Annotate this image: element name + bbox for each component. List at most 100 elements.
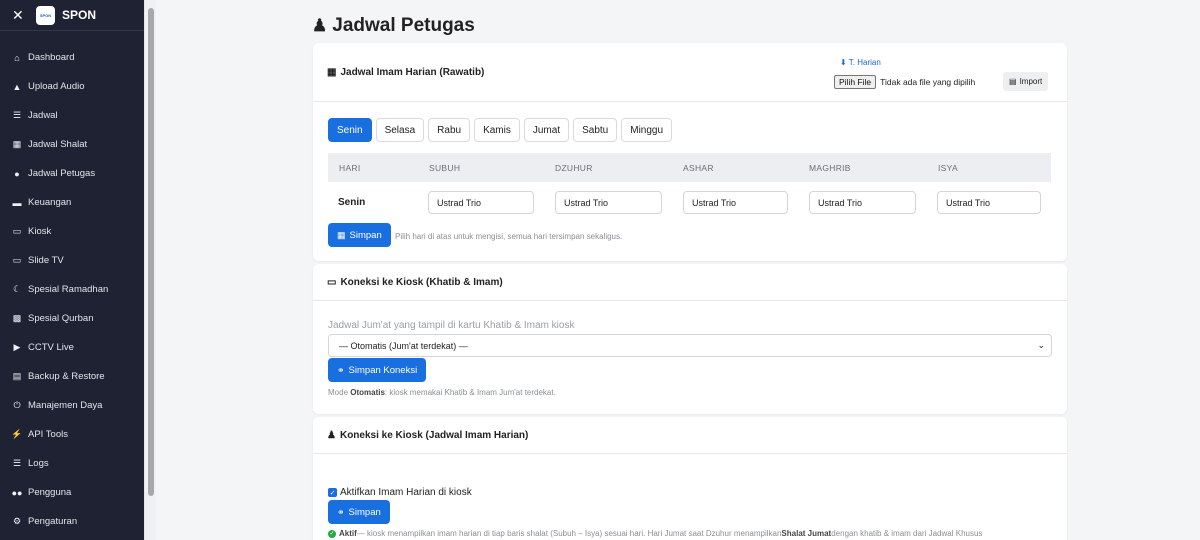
monitor-icon: ▭	[327, 277, 337, 288]
check-circle-icon: ✓	[328, 529, 336, 538]
kiosk-connection-card: ▭ Koneksi ke Kiosk (Khatib & Imam) Jadwa…	[313, 264, 1067, 414]
app-logo: SPON	[36, 5, 55, 25]
daily-imam-kiosk-card: ♟ Koneksi ke Kiosk (Jadwal Imam Harian) …	[313, 417, 1067, 540]
sidebar-item-label: Pengguna	[28, 487, 72, 498]
tab-selasa[interactable]: Selasa	[375, 118, 425, 142]
column-header-hari: HARI	[339, 163, 361, 173]
template-download-link[interactable]: ⬇ T. Harian	[840, 58, 881, 67]
save-daily-label: Simpan	[348, 506, 381, 518]
brand-name: SPON	[62, 8, 97, 22]
sidebar-item-label: Manajemen Daya	[28, 400, 103, 411]
sidebar-item-jadwal[interactable]: ☰ Jadwal	[0, 101, 144, 130]
sidebar-item-label: Slide TV	[28, 255, 64, 266]
subuh-imam-input[interactable]: Ustrad Trio	[428, 191, 534, 214]
sidebar-item-label: Keuangan	[28, 197, 72, 208]
daily-note: ✓ Aktif — kiosk menampilkan imam harian …	[328, 529, 982, 538]
column-header-subuh: SUBUH	[429, 163, 461, 173]
sidebar-brand: ✕ SPON SPON	[0, 0, 144, 31]
checkbox-label: Aktifkan Imam Harian di kiosk	[340, 487, 472, 498]
sidebar-item-manajemen-daya[interactable]: ⏻ Manajemen Daya	[0, 391, 144, 420]
video-icon: ▶	[13, 342, 21, 352]
save-daily-button[interactable]: ⚭ Simpan	[328, 500, 390, 524]
close-icon[interactable]: ✕	[12, 7, 32, 24]
column-header-isya: ISYA	[938, 163, 958, 173]
archive-icon: ▤	[12, 371, 22, 381]
gear-icon: ⚙	[12, 516, 22, 526]
sidebar-item-kiosk[interactable]: ▭ Kiosk	[0, 217, 144, 246]
ashar-imam-input[interactable]: Ustrad Trio	[683, 191, 788, 214]
monitor-icon: ▭	[12, 226, 22, 236]
card-header: ▦ Jadwal Imam Harian (Rawatib) ⬇ T. Hari…	[313, 43, 1067, 102]
card-header: ▭ Koneksi ke Kiosk (Khatib & Imam)	[313, 264, 1067, 301]
list-icon: ☰	[12, 110, 22, 120]
sidebar-item-label: Jadwal Petugas	[28, 168, 96, 179]
tab-minggu[interactable]: Minggu	[621, 118, 673, 142]
moon-icon: ☾	[12, 284, 22, 294]
animal-icon: ▩	[12, 313, 22, 323]
user-tie-icon: ♟	[312, 16, 328, 35]
sidebar-item-slide-tv[interactable]: ▭ Slide TV	[0, 246, 144, 275]
sidebar-item-label: Jadwal	[28, 110, 58, 121]
note-bold: Otomatis	[350, 388, 385, 397]
jumat-schedule-select[interactable]: — Otomatis (Jum'at terdekat) — ⌄	[328, 334, 1052, 357]
card-header: ♟ Koneksi ke Kiosk (Jadwal Imam Harian)	[313, 417, 1067, 454]
sidebar-item-jadwal-shalat[interactable]: ▦ Jadwal Shalat	[0, 130, 144, 159]
tab-sabtu[interactable]: Sabtu	[573, 118, 618, 142]
activate-daily-imam-checkbox[interactable]: ✓ Aktifkan Imam Harian di kiosk	[328, 487, 472, 498]
chevron-down-icon: ⌄	[1037, 340, 1045, 350]
sidebar-item-spesial-qurban[interactable]: ▩ Spesial Qurban	[0, 304, 144, 333]
sidebar-item-jadwal-petugas[interactable]: ● Jadwal Petugas	[0, 159, 144, 188]
checkbox-checked-icon[interactable]: ✓	[328, 488, 337, 497]
sidebar-scrollbar[interactable]	[144, 0, 156, 540]
sidebar-item-cctv-live[interactable]: ▶ CCTV Live	[0, 333, 144, 362]
sidebar-item-backup-restore[interactable]: ▤ Backup & Restore	[0, 362, 144, 391]
save-button[interactable]: ▦ Simpan	[328, 223, 391, 247]
save-hint: Pilih hari di atas untuk mengisi, semua …	[395, 232, 623, 241]
sidebar-item-keuangan[interactable]: ▬ Keuangan	[0, 188, 144, 217]
upload-icon: ▲	[12, 81, 22, 92]
sidebar: ✕ SPON SPON ⌂ Dashboard ▲ Upload Audio ☰ Ja…	[0, 0, 144, 540]
sidebar-item-pengaturan[interactable]: ⚙ Pengaturan	[0, 507, 144, 536]
logo-text: SPON	[39, 12, 52, 18]
note-text-2: dengan khatib & imam dari Jadwal Khusus	[831, 529, 983, 538]
note-suffix: : kiosk memakai Khatib & Imam Jum'at ter…	[384, 388, 556, 397]
user-icon: ●	[14, 168, 20, 179]
isya-imam-input[interactable]: Ustrad Trio	[937, 191, 1041, 214]
logs-icon: ☰	[12, 458, 22, 468]
choose-file-button[interactable]: Pilih File	[834, 75, 877, 89]
save-connection-label: Simpan Koneksi	[348, 364, 418, 376]
sidebar-item-dashboard[interactable]: ⌂ Dashboard	[0, 43, 144, 72]
table-header: HARI SUBUH DZUHUR ASHAR MAGHRIB ISYA	[328, 153, 1051, 182]
tab-senin[interactable]: Senin	[328, 118, 372, 142]
save-icon: ▦	[337, 229, 346, 240]
sidebar-item-label: Logs	[28, 458, 49, 469]
sidebar-item-spesial-ramadhan[interactable]: ☾ Spesial Ramadhan	[0, 275, 144, 304]
sidebar-item-pengguna[interactable]: ●● Pengguna	[0, 478, 144, 507]
import-button[interactable]: ▤ Import	[1003, 72, 1049, 91]
sidebar-item-api-tools[interactable]: ⚡ API Tools	[0, 420, 144, 449]
file-input[interactable]: Pilih File Tidak ada file yang dipilih	[834, 75, 975, 89]
save-button-label: Simpan	[349, 229, 382, 241]
user-clock-icon: ♟	[327, 430, 336, 441]
save-connection-button[interactable]: ⚭ Simpan Koneksi	[328, 358, 427, 382]
card-title-text: Koneksi ke Kiosk (Jadwal Imam Harian)	[339, 430, 529, 441]
maghrib-imam-input[interactable]: Ustrad Trio	[809, 191, 916, 214]
calendar-icon: ▦	[12, 139, 22, 149]
tab-jumat[interactable]: Jumat	[523, 118, 570, 142]
link-icon: ⚭	[337, 506, 345, 517]
dzuhur-imam-input[interactable]: Ustrad Trio	[555, 191, 662, 214]
note-text: — kiosk menampilkan imam harian di tiap …	[356, 529, 782, 538]
card-title-text: Koneksi ke Kiosk (Khatib & Imam)	[340, 277, 503, 288]
scrollbar-thumb[interactable]	[148, 8, 154, 496]
sidebar-item-upload-audio[interactable]: ▲ Upload Audio	[0, 72, 144, 101]
page-title: ♟ Jadwal Petugas	[312, 15, 475, 37]
sidebar-item-logs[interactable]: ☰ Logs	[0, 449, 144, 478]
note-bold: Aktif	[339, 529, 357, 538]
tab-kamis[interactable]: Kamis	[474, 118, 520, 142]
home-icon: ⌂	[14, 52, 20, 63]
calendar-icon: ▦	[327, 67, 337, 78]
sidebar-item-label: Kiosk	[28, 226, 52, 237]
connection-note: Mode Otomatis: kiosk memakai Khatib & Im…	[328, 388, 556, 397]
sidebar-item-label: Pengaturan	[28, 516, 78, 527]
tab-rabu[interactable]: Rabu	[428, 118, 471, 142]
